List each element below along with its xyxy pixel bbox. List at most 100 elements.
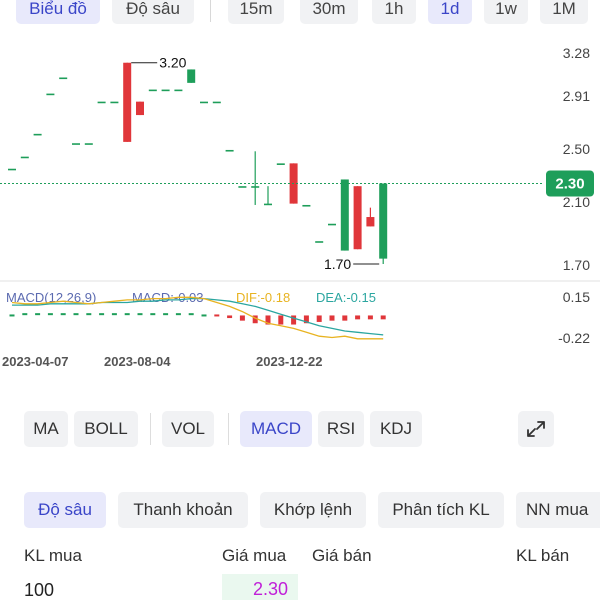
chart-tabs: Biểu đồ Độ sâu 15m 30m 1h 1d 1w 1M: [0, 0, 600, 26]
macd-histogram-bar: [111, 313, 117, 316]
macd-histogram-bar: [201, 314, 207, 317]
macd-histogram-bar: [150, 313, 156, 316]
tab-liquidity[interactable]: Thanh khoản: [118, 492, 248, 528]
candle-body: [200, 101, 208, 104]
macd-histogram-bar: [188, 313, 194, 316]
macd-histogram-bar: [227, 315, 233, 319]
tab-15m[interactable]: 15m: [228, 0, 284, 24]
macd-histogram-bar: [342, 315, 348, 321]
macd-histogram-bar: [86, 313, 92, 316]
candle-body: [264, 203, 272, 206]
tab-1d[interactable]: 1d: [428, 0, 472, 24]
last-price-label: 2.30: [555, 175, 584, 192]
header-bid-volume: KL mua: [24, 546, 82, 565]
bid-price[interactable]: 2.30: [222, 574, 298, 600]
bid-volume: 100: [24, 580, 55, 600]
candle-body: [276, 163, 285, 165]
candle-body: [212, 101, 221, 104]
indicator-divider: [228, 413, 229, 445]
macd-histogram-bar: [291, 315, 297, 325]
macd-histogram-bar: [22, 313, 28, 316]
candle-body: [340, 179, 349, 251]
expand-button[interactable]: [518, 411, 554, 447]
candle-body: [97, 101, 106, 104]
candle-body: [136, 101, 144, 116]
indicator-boll[interactable]: BOLL: [74, 411, 138, 447]
macd-histogram-bar: [355, 315, 361, 320]
candle-body: [251, 186, 260, 188]
tab-1w[interactable]: 1w: [484, 0, 528, 24]
tab-30m[interactable]: 30m: [300, 0, 358, 24]
macd-histogram-bar: [175, 313, 181, 316]
tab-divider: [210, 0, 211, 22]
macd-histogram-bar: [47, 313, 53, 316]
tab-chart[interactable]: Biểu đồ: [16, 0, 100, 24]
candle-body: [20, 156, 29, 159]
indicator-rsi[interactable]: RSI: [318, 411, 364, 447]
candle-body: [123, 62, 132, 142]
macd-histogram-bar: [73, 313, 79, 316]
candle-body: [110, 101, 119, 104]
candle-body: [187, 69, 196, 83]
candle-body: [379, 183, 388, 259]
candle-body: [238, 186, 247, 188]
candle-body: [174, 89, 183, 92]
macd-histogram-bar: [316, 315, 322, 322]
date-label: 2023-04-07: [2, 354, 69, 369]
tab-1h[interactable]: 1h: [372, 0, 416, 24]
date-label: 2023-08-04: [104, 354, 171, 369]
candle-body: [72, 143, 80, 145]
price-tick: 2.50: [563, 141, 590, 157]
candle-body: [8, 168, 16, 171]
macd-tick: -0.22: [558, 330, 590, 346]
candle-body: [33, 133, 42, 136]
candle-body: [148, 89, 157, 92]
macd-histogram-bar: [278, 315, 284, 325]
price-tick: 2.91: [563, 88, 590, 104]
dif-value: DIF:-0.18: [236, 290, 290, 305]
indicator-divider: [150, 413, 151, 445]
candle-body: [84, 143, 93, 145]
header-ask-price: Giá bán: [312, 546, 372, 565]
header-bid-price: Giá mua: [222, 546, 287, 565]
candle-body: [59, 77, 68, 80]
macd-histogram-bar: [367, 315, 373, 320]
indicator-ma[interactable]: MA: [24, 411, 68, 447]
candle-body: [46, 93, 55, 96]
tab-volume-analysis[interactable]: Phân tích KL: [378, 492, 504, 528]
candle-body: [366, 217, 375, 227]
tab-order-depth[interactable]: Độ sâu: [24, 492, 106, 528]
macd-histogram-bar: [9, 314, 15, 317]
price-chart[interactable]: 3.28 2.91 2.50 2.10 1.70 2.30 3.20 1.70 …: [0, 26, 600, 380]
indicator-vol[interactable]: VOL: [162, 411, 214, 447]
macd-histogram-bar: [380, 315, 386, 320]
candle-body: [315, 241, 324, 243]
macd-histogram-bar: [137, 313, 143, 316]
macd-tick: 0.15: [563, 289, 590, 305]
macd-histogram-bar: [329, 315, 335, 321]
macd-histogram-bar: [214, 314, 220, 317]
macd-histogram-bar: [239, 315, 245, 321]
macd-histogram-bar: [35, 313, 41, 316]
price-tick: 1.70: [563, 257, 590, 273]
tab-foreign-buy[interactable]: NN mua: [516, 492, 600, 528]
dea-value: DEA:-0.15: [316, 290, 376, 305]
macd-histogram-bar: [124, 313, 130, 316]
indicator-macd[interactable]: MACD: [240, 411, 312, 447]
max-price-label: 3.20: [159, 55, 186, 71]
tab-matched-orders[interactable]: Khớp lệnh: [260, 492, 366, 528]
candles-layer: [8, 62, 388, 264]
min-price-label: 1.70: [324, 256, 351, 272]
candle-body: [161, 89, 170, 92]
candle-body: [302, 204, 311, 207]
macd-histogram-bar: [99, 313, 105, 316]
macd-histogram-bar: [60, 313, 66, 316]
expand-icon: [527, 421, 545, 437]
candle-body: [328, 223, 336, 226]
price-tick: 3.28: [563, 45, 590, 61]
macd-histogram-bar: [163, 313, 169, 316]
indicator-kdj[interactable]: KDJ: [370, 411, 422, 447]
tab-depth[interactable]: Độ sâu: [112, 0, 194, 24]
date-label: 2023-12-22: [256, 354, 323, 369]
tab-1M[interactable]: 1M: [540, 0, 588, 24]
